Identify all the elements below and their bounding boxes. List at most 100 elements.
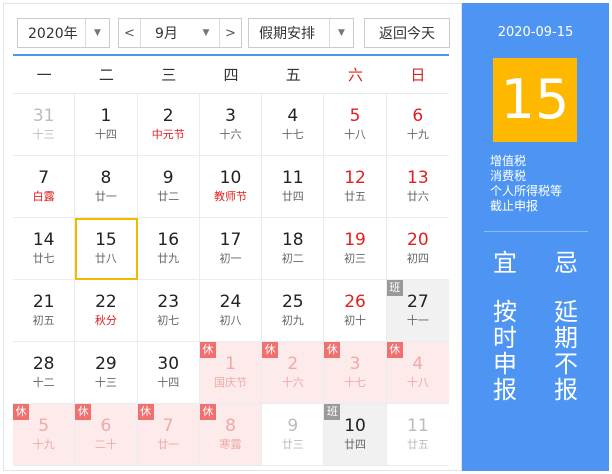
month-select[interactable]: 9月 ▼ <box>141 19 220 47</box>
lunar-date: 中元节 <box>151 128 185 141</box>
rest-badge: 休 <box>137 404 154 420</box>
day-number: 15 <box>95 230 117 250</box>
day-cell[interactable]: 8 廿一 <box>75 156 138 218</box>
day-number: 14 <box>32 230 55 250</box>
tax-note-line: 个人所得税等 <box>490 184 563 198</box>
day-cell[interactable]: 1 十四 <box>75 94 138 156</box>
lunar-date: 秋分 <box>94 314 117 327</box>
lunar-date: 初二 <box>281 252 304 265</box>
day-number: 30 <box>157 354 180 374</box>
lunar-date: 廿一 <box>94 190 117 203</box>
lunar-date: 十八 <box>344 128 367 141</box>
day-cell[interactable]: 10 教师节 <box>199 156 263 218</box>
day-cell[interactable]: 休 4 十八 <box>386 342 449 404</box>
day-cell[interactable]: 23 初七 <box>137 280 200 342</box>
day-number: 3 <box>225 106 236 126</box>
day-cell[interactable]: 26 初十 <box>324 280 387 342</box>
holiday-select[interactable]: 假期安排 ▼ <box>248 18 354 48</box>
day-cell[interactable]: 休 8 寒露 <box>199 404 263 466</box>
chevron-down-icon[interactable]: ▼ <box>85 19 109 47</box>
day-cell[interactable]: 13 廿六 <box>386 156 449 218</box>
day-cell[interactable]: 4 十七 <box>262 94 325 156</box>
weekday-label: 二 <box>98 66 114 84</box>
day-cell[interactable]: 休 6 二十 <box>75 404 138 466</box>
day-cell[interactable]: 班 10 廿四 <box>324 404 387 466</box>
lunar-date: 初四 <box>406 252 429 265</box>
year-select[interactable]: 2020年 ▼ <box>17 18 110 48</box>
workday-badge: 班 <box>324 404 341 420</box>
lunar-date: 十四 <box>94 128 117 141</box>
back-to-today-button[interactable]: 返回今天 <box>364 18 450 48</box>
yi-label: 宜 <box>493 249 517 277</box>
day-cell[interactable]: 20 初四 <box>386 218 449 280</box>
lunar-date: 十七 <box>281 128 304 141</box>
ji-char: 延 <box>554 298 578 326</box>
day-number: 26 <box>344 292 366 312</box>
lunar-date: 十三 <box>94 376 117 389</box>
day-number: 19 <box>344 230 366 250</box>
day-cell[interactable]: 21 初五 <box>13 280 76 342</box>
day-cell[interactable]: 休 3 十七 <box>324 342 387 404</box>
day-cell[interactable]: 31 十三 <box>13 94 76 156</box>
day-cell[interactable]: 14 廿七 <box>13 218 76 280</box>
lunar-date: 初五 <box>32 314 55 327</box>
chevron-down-icon[interactable]: ▼ <box>194 19 218 47</box>
lunar-date: 十二 <box>32 376 55 389</box>
yi-char: 时 <box>493 324 517 352</box>
day-number: 12 <box>344 168 366 188</box>
day-cell[interactable]: 28 十二 <box>13 342 76 404</box>
day-cell[interactable]: 休 7 廿一 <box>137 404 200 466</box>
tax-note-line: 截止申报 <box>490 199 539 213</box>
ji-label: 忌 <box>554 249 578 277</box>
day-cell[interactable]: 30 十四 <box>137 342 200 404</box>
weekday-label: 四 <box>223 66 239 84</box>
day-cell[interactable]: 9 廿二 <box>137 156 200 218</box>
day-cell[interactable]: 3 十六 <box>199 94 263 156</box>
day-cell[interactable]: 7 白露 <box>13 156 76 218</box>
day-cell[interactable]: 班 27 十一 <box>386 280 449 342</box>
day-number: 5 <box>349 106 361 126</box>
day-number: 28 <box>32 354 55 374</box>
day-cell[interactable]: 6 十九 <box>386 94 449 156</box>
next-month-button[interactable]: > <box>219 19 241 47</box>
ji-char: 不 <box>554 350 578 378</box>
lunar-date: 廿八 <box>94 252 117 265</box>
lunar-date: 十六 <box>219 128 242 141</box>
day-cell[interactable]: 16 廿九 <box>137 218 200 280</box>
day-number: 23 <box>157 292 180 312</box>
day-cell[interactable]: 29 十三 <box>75 342 138 404</box>
calendar-widget: 2020年 ▼ < 9月 ▼ > 假期安排 ▼ 返回今天 一二三四五六日 31 十… <box>0 0 612 474</box>
lunar-date: 寒露 <box>219 438 242 451</box>
day-cell[interactable]: 休 1 国庆节 <box>199 342 263 404</box>
rest-badge: 休 <box>199 342 216 358</box>
day-cell[interactable]: 9 廿三 <box>262 404 325 466</box>
day-cell[interactable]: 2 中元节 <box>137 94 200 156</box>
day-cell[interactable]: 12 廿五 <box>324 156 387 218</box>
lunar-date: 十八 <box>406 376 429 389</box>
lunar-date: 白露 <box>32 190 55 203</box>
day-cell[interactable]: 休 5 十九 <box>13 404 76 466</box>
lunar-date: 教师节 <box>213 190 247 203</box>
day-cell-selected[interactable]: 15 廿八 <box>75 218 138 280</box>
ji-items: 延期不报 <box>546 299 586 403</box>
chevron-down-icon[interactable]: ▼ <box>329 19 353 47</box>
rest-badge: 休 <box>386 342 403 358</box>
day-cell[interactable]: 18 初二 <box>262 218 325 280</box>
lunar-date: 十九 <box>32 438 55 451</box>
rest-badge: 休 <box>199 404 216 420</box>
holiday-value: 假期安排 <box>259 26 315 42</box>
day-cell[interactable]: 11 廿五 <box>386 404 449 466</box>
day-cell[interactable]: 19 初三 <box>324 218 387 280</box>
day-cell[interactable]: 休 2 十六 <box>262 342 325 404</box>
day-cell[interactable]: 11 廿四 <box>262 156 325 218</box>
day-cell[interactable]: 17 初一 <box>199 218 263 280</box>
day-cell[interactable]: 22 秋分 <box>75 280 138 342</box>
yi-char: 按 <box>493 298 517 326</box>
weekday-label: 三 <box>161 66 177 84</box>
day-cell[interactable]: 5 十八 <box>324 94 387 156</box>
prev-month-button[interactable]: < <box>119 19 141 47</box>
day-cell[interactable]: 25 初九 <box>262 280 325 342</box>
weekday-label: 五 <box>285 66 301 84</box>
lunar-date: 初八 <box>219 314 242 327</box>
day-cell[interactable]: 24 初八 <box>199 280 263 342</box>
